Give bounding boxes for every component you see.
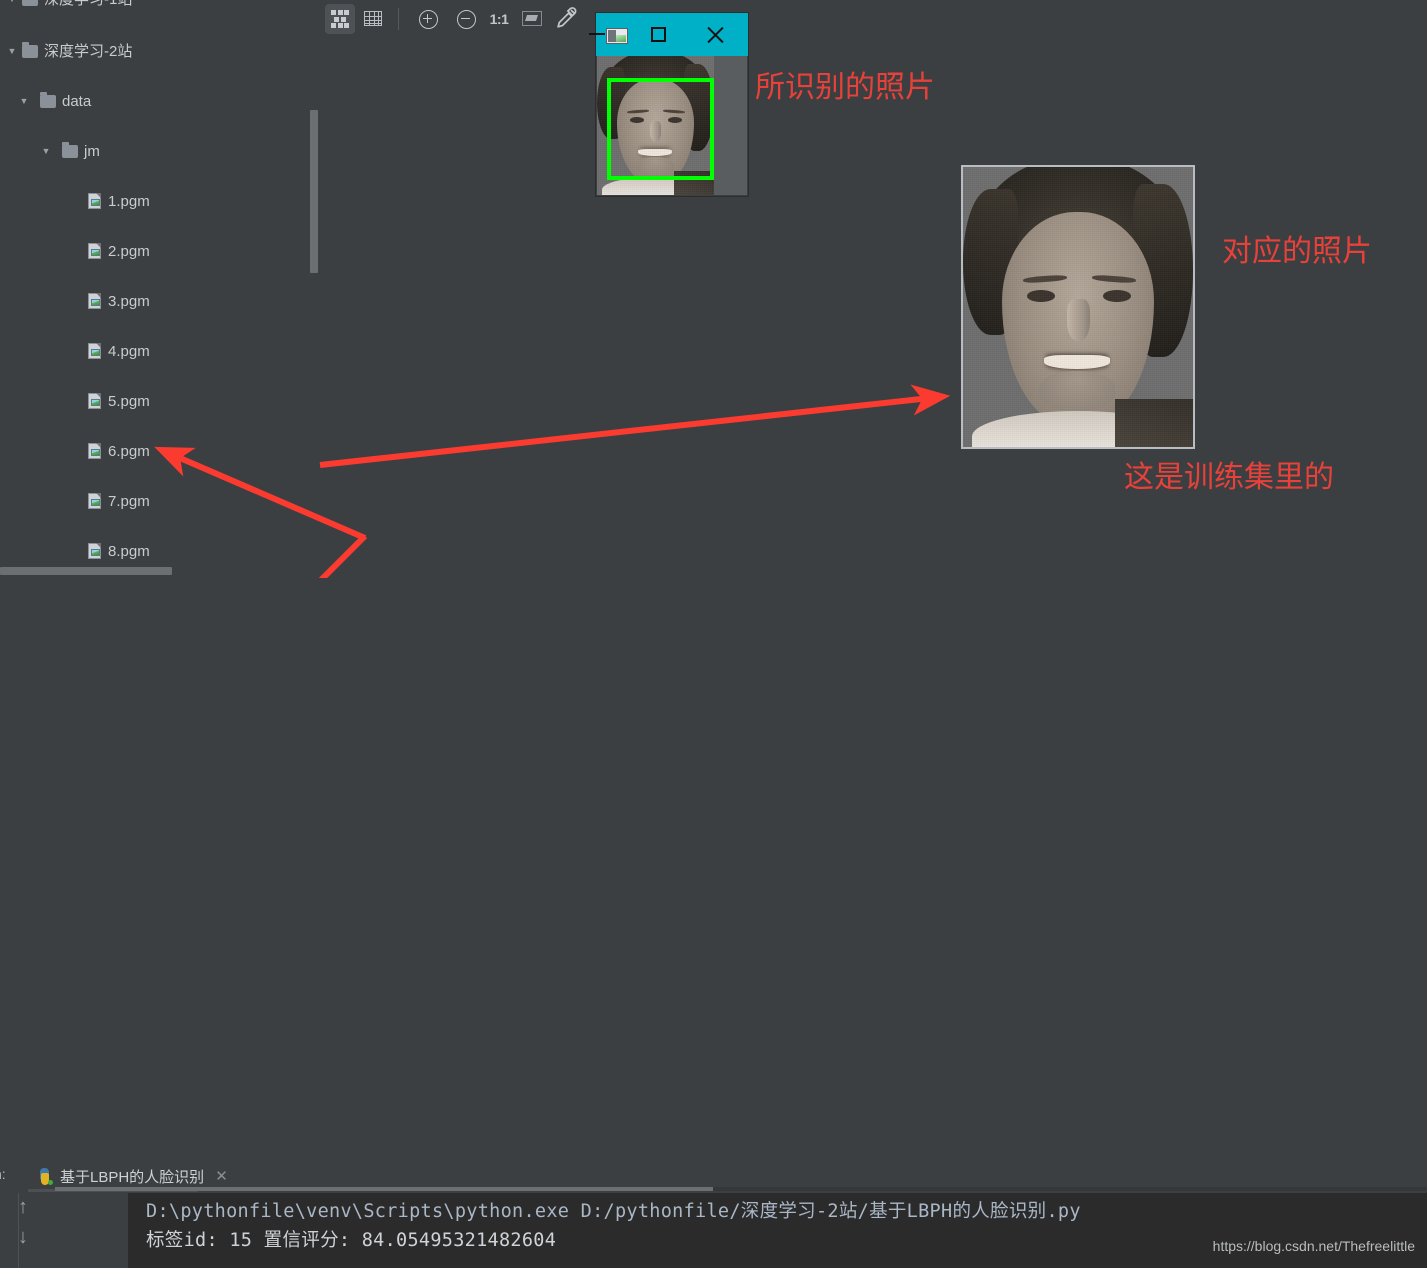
tree-item-label: data	[62, 93, 92, 110]
zoom-actual-size-button[interactable]: 1:1	[484, 4, 514, 34]
zoom-fit-button[interactable]	[517, 4, 547, 34]
run-tool-window-label: n:	[0, 1166, 6, 1182]
tree-row[interactable]: 2.pgm	[0, 239, 320, 264]
minus-circle-icon	[456, 9, 476, 29]
tree-item-label: 6.pgm	[108, 443, 150, 460]
minimize-button[interactable]	[589, 33, 605, 35]
image-file-icon	[88, 343, 101, 359]
annotation-recognized-photo: 所识别的照片	[755, 70, 935, 105]
tree-row[interactable]: jm	[0, 139, 320, 164]
tree-horizontal-scrollbar[interactable]	[0, 567, 172, 575]
run-tab-label: 基于LBPH的人脸识别	[60, 1168, 205, 1186]
image-file-icon	[88, 193, 101, 209]
folder-icon	[22, 42, 38, 58]
tree-row[interactable]: 7.pgm	[0, 489, 320, 514]
plus-circle-icon	[418, 9, 438, 29]
color-picker-button[interactable]	[550, 4, 580, 34]
tree-row[interactable]: 1.pgm	[0, 189, 320, 214]
chevron-down-icon[interactable]	[18, 89, 30, 114]
chevron-down-icon[interactable]	[40, 139, 52, 164]
fit-screen-icon	[522, 11, 542, 26]
chevron-down-icon[interactable]	[6, 0, 18, 12]
console-result-line: 标签id: 15 置信评分: 84.05495321482604	[146, 1230, 557, 1251]
run-console-panel: n: 基于LBPH的人脸识别 ✕ ↑ ↓ D:\pythonfile\venv\…	[0, 578, 1427, 1268]
checkerboard-icon	[331, 10, 349, 28]
image-file-icon	[88, 493, 101, 509]
python-icon	[36, 1167, 53, 1185]
folder-icon	[62, 142, 78, 158]
image-file-icon	[88, 543, 101, 559]
image-file-icon	[88, 393, 101, 409]
scroll-up-arrow-icon[interactable]: ↑	[10, 1196, 36, 1219]
scroll-down-arrow-icon[interactable]: ↓	[10, 1226, 36, 1249]
window-app-icon	[606, 28, 628, 44]
tree-row[interactable]: 4.pgm	[0, 339, 320, 364]
chevron-down-icon[interactable]	[6, 39, 18, 64]
tree-item-label: 7.pgm	[108, 493, 150, 510]
image-file-icon	[88, 293, 101, 309]
project-tree-panel[interactable]: 深度学习-1站 深度学习-2站 data jm 1.pgm 2.pgm 3.pg…	[0, 0, 320, 578]
tree-row[interactable]: data	[0, 89, 320, 114]
run-configuration-tab[interactable]: 基于LBPH的人脸识别 ✕	[28, 1163, 238, 1189]
folder-icon	[40, 92, 56, 108]
tree-item-label: 4.pgm	[108, 343, 150, 360]
image-file-icon	[88, 443, 101, 459]
console-command-line: D:\pythonfile\venv\Scripts\python.exe D:…	[146, 1201, 1081, 1222]
tree-row[interactable]: 5.pgm	[0, 389, 320, 414]
tree-row[interactable]: 8.pgm	[0, 539, 320, 564]
zoom-out-button[interactable]	[451, 4, 481, 34]
tree-row[interactable]: 深度学习-1站	[0, 0, 320, 12]
close-button[interactable]	[703, 23, 729, 47]
tree-item-label: jm	[84, 143, 100, 160]
maximize-button[interactable]	[646, 23, 672, 47]
detected-face-image	[597, 56, 747, 195]
console-hscrollbar-thumb[interactable]	[55, 1187, 713, 1191]
grid-icon	[364, 11, 382, 26]
tree-item-label: 5.pgm	[108, 393, 150, 410]
image-viewer-toolbar: 1:1	[320, 0, 1427, 38]
tree-item-label: 3.pgm	[108, 293, 150, 310]
tree-item-label: 8.pgm	[108, 543, 150, 560]
tree-item-label: 1.pgm	[108, 193, 150, 210]
grid-toggle-button[interactable]	[358, 4, 388, 34]
tree-row[interactable]: 深度学习-2站	[0, 39, 320, 64]
eyedropper-icon	[557, 7, 577, 28]
annotation-from-training-set: 这是训练集里的	[1124, 460, 1334, 495]
console-output[interactable]: D:\pythonfile\venv\Scripts\python.exe D:…	[128, 1193, 1427, 1268]
tree-item-label: 深度学习-2站	[44, 43, 133, 60]
annotation-corresponding-photo: 对应的照片	[1222, 234, 1372, 269]
zoom-in-button[interactable]	[413, 4, 443, 34]
popup-titlebar[interactable]	[589, 13, 748, 56]
tree-vertical-scrollbar[interactable]	[310, 110, 318, 273]
image-file-icon	[88, 243, 101, 259]
image-viewer-canvas[interactable]	[320, 38, 1427, 578]
close-icon[interactable]: ✕	[215, 1167, 228, 1185]
folder-icon	[22, 0, 38, 6]
tree-item-label: 2.pgm	[108, 243, 150, 260]
watermark-text: https://blog.csdn.net/Thefreelittle	[1212, 1238, 1415, 1254]
face-detection-box	[607, 78, 714, 180]
recognition-result-window[interactable]	[589, 13, 748, 196]
toolbar-separator	[398, 8, 399, 30]
training-set-reference-photo	[961, 165, 1195, 449]
tree-row[interactable]: 6.pgm	[0, 439, 320, 464]
tree-row[interactable]: 3.pgm	[0, 289, 320, 314]
tree-item-label: 深度学习-1站	[44, 0, 132, 12]
checkerboard-toggle-button[interactable]	[325, 4, 355, 34]
